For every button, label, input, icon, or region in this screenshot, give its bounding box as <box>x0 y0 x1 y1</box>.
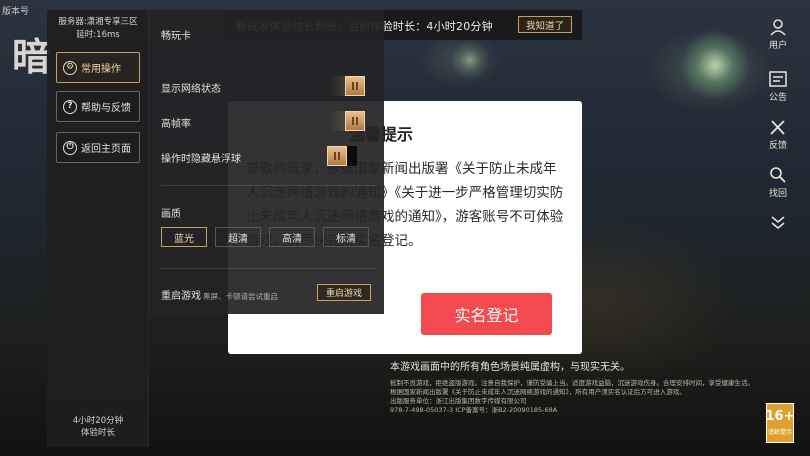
play-card-label: 畅玩卡 <box>161 31 191 42</box>
toggle-label-network: 显示网络状态 <box>161 84 221 95</box>
settings-panel: 畅玩卡 显示网络状态 高帧率 操作时隐藏悬浮球 画质 蓝光 超清 高清 标清 重… <box>149 10 384 314</box>
nav-help-feedback[interactable]: ? 帮助与反馈 <box>56 91 140 122</box>
firework-decoration <box>680 30 750 100</box>
disclaimer-line1: 本游戏画面中的所有角色场景纯属虚构，与现实无关。 <box>390 362 630 373</box>
hide-float-ball-toggle[interactable] <box>327 146 357 166</box>
chevron-down-icon <box>768 214 788 232</box>
nav-label: 返回主页面 <box>81 144 131 155</box>
sidebar-feedback[interactable]: 反馈 <box>764 118 792 151</box>
quality-uhd-button[interactable]: 超清 <box>215 227 261 247</box>
high-framerate-toggle[interactable] <box>329 111 365 131</box>
toggle-knob <box>327 146 347 166</box>
sidebar-expand[interactable] <box>764 214 792 234</box>
nav-common-ops[interactable]: ⚙ 常用操作 <box>56 52 140 83</box>
disclaimer-line5: 978-7-498-05037-3 ICP备案号：浙B2-20090185-68… <box>390 406 558 414</box>
quality-label: 画质 <box>161 209 181 220</box>
toggle-knob <box>345 111 365 131</box>
sidebar-label: 公告 <box>768 93 787 103</box>
tools-icon <box>768 118 788 136</box>
disclaimer-line2: 抵制不良游戏，拒绝盗版游戏。注意自我保护，谨防受骗上当。适度游戏益脑，沉迷游戏伤… <box>390 379 754 387</box>
game-version-text: 版本号 <box>2 7 30 17</box>
nav-label: 帮助与反馈 <box>81 103 131 114</box>
sidebar-label: 找回 <box>768 189 787 199</box>
server-info: 服务器:潇湘专享三区 延时:16ms <box>47 16 149 42</box>
toggle-label-hide-ball: 操作时隐藏悬浮球 <box>161 154 241 165</box>
restart-label: 重启游戏 <box>161 291 201 302</box>
question-icon: ? <box>63 99 77 114</box>
quality-sd-button[interactable]: 标清 <box>323 227 369 247</box>
age-rating-badge: 16+ 适龄提示 <box>765 403 795 443</box>
quality-hd-button[interactable]: 高清 <box>269 227 315 247</box>
user-icon <box>768 18 788 36</box>
server-name: 服务器:潇湘专享三区 <box>58 17 138 27</box>
gear-icon: ⚙ <box>63 60 77 75</box>
game-logo-text: 暗 <box>12 35 50 79</box>
disclaimer-line3: 根据国家新闻出版署《关于防止未成年人沉迷网络游戏的通知》，所有用户须实名认证后方… <box>390 388 686 396</box>
divider <box>161 185 376 186</box>
nav-back-home[interactable]: ⏻ 返回主页面 <box>56 132 140 163</box>
restart-row: 重启游戏 黑屏、卡顿请尝试重启 <box>161 287 278 302</box>
restart-hint: 黑屏、卡顿请尝试重启 <box>203 292 278 301</box>
search-icon <box>768 166 788 184</box>
real-name-register-button[interactable]: 实名登记 <box>421 293 552 335</box>
sidebar-recover[interactable]: 找回 <box>764 166 792 199</box>
play-time-value: 4小时20分钟 <box>72 416 124 426</box>
nav-label: 常用操作 <box>81 64 121 75</box>
age-rating-label: 适龄提示 <box>767 429 792 436</box>
play-time-label: 体验时长 <box>80 428 115 438</box>
divider <box>161 268 376 269</box>
network-status-toggle[interactable] <box>329 76 365 96</box>
announcement-icon <box>768 70 788 88</box>
toggle-knob <box>345 76 365 96</box>
sidebar-label: 反馈 <box>768 141 787 151</box>
play-time: 4小时20分钟 体验时长 <box>47 415 149 439</box>
sidebar-user[interactable]: 用户 <box>764 18 792 51</box>
age-rating-number: 16+ <box>765 409 795 424</box>
quality-bluray-button[interactable]: 蓝光 <box>161 227 207 247</box>
restart-game-button[interactable]: 重启游戏 <box>317 284 371 301</box>
toggle-label-framerate: 高帧率 <box>161 119 191 130</box>
sidebar-announcement[interactable]: 公告 <box>764 70 792 103</box>
latency: 延时:16ms <box>76 30 120 40</box>
left-nav-panel: 服务器:潇湘专享三区 延时:16ms ⚙ 常用操作 ? 帮助与反馈 ⏻ 返回主页… <box>47 10 149 447</box>
sidebar-label: 用户 <box>768 41 787 51</box>
legal-disclaimer: 本游戏画面中的所有角色场景纯属虚构，与现实无关。 抵制不良游戏，拒绝盗版游戏。注… <box>390 362 780 415</box>
power-icon: ⏻ <box>63 140 77 155</box>
notice-ok-button[interactable]: 我知道了 <box>518 16 572 33</box>
disclaimer-line4: 出版服务单位：浙江出版集团数字传媒有限公司 <box>390 397 527 405</box>
firework-decoration <box>450 40 490 80</box>
